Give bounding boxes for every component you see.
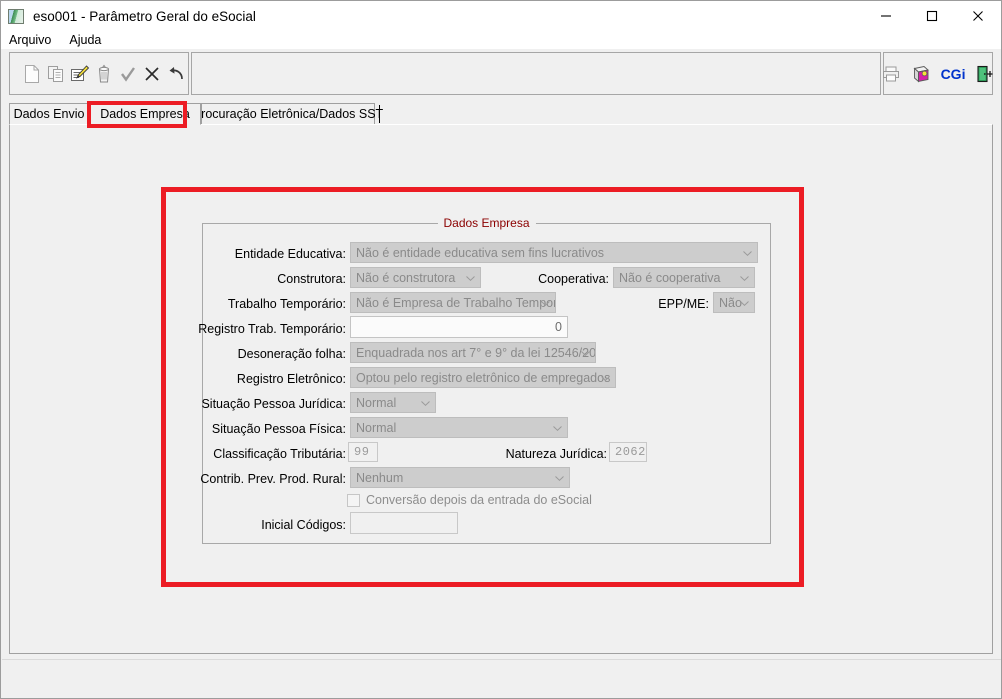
inicial-codigos-input[interactable]: [350, 512, 458, 534]
menu-item-arquivo[interactable]: Arquivo: [9, 33, 51, 47]
toolbar: CGi: [1, 49, 1001, 99]
app-image-icon: [8, 8, 24, 24]
cgi-button[interactable]: CGi: [941, 61, 966, 86]
check-icon: [120, 66, 135, 82]
contrib-prev-prod-rural-combo[interactable]: Nenhum: [350, 467, 570, 488]
copy-icon: [47, 65, 63, 82]
undo-button[interactable]: [164, 61, 187, 86]
help-book-icon: [913, 65, 929, 82]
label-trabalho-temporario: Trabalho Temporário:: [227, 297, 346, 311]
label-registro-eletronico: Registro Eletrônico:: [236, 372, 346, 386]
pencil-edit-icon: [70, 64, 89, 81]
registro-trab-temporario-input[interactable]: 0: [350, 316, 568, 338]
epp-me-combo[interactable]: Não: [713, 292, 755, 313]
situacao-pessoa-juridica-combo[interactable]: Normal: [350, 392, 436, 413]
maximize-button[interactable]: [909, 1, 955, 31]
chevron-down-icon: [421, 400, 430, 406]
chevron-down-icon: [743, 250, 752, 256]
application-window: eso001 - Parâmetro Geral do eSocial Arqu…: [0, 0, 1002, 699]
cooperativa-value: Não é cooperativa: [619, 270, 721, 285]
chevron-down-icon: [740, 300, 749, 306]
label-situacao-pessoa-fisica: Situação Pessoa Física:: [211, 422, 346, 436]
label-desoneracao-folha: Desoneração folha:: [237, 347, 346, 361]
registro-trab-temporario-value: 0: [555, 320, 562, 334]
label-inicial-codigos: Inicial Códigos:: [261, 518, 346, 532]
x-cancel-icon: [144, 66, 159, 81]
help-button[interactable]: [911, 61, 931, 86]
trash-icon: [98, 64, 109, 82]
construtora-value: Não é construtora: [356, 270, 456, 285]
confirm-button[interactable]: [116, 61, 139, 86]
conversao-depois-entrada-esocial-label: Conversão depois da entrada do eSocial: [366, 493, 592, 507]
undo-arrow-icon: [169, 66, 183, 79]
chevron-down-icon: [581, 350, 590, 356]
delete-button[interactable]: [92, 61, 115, 86]
menu-item-ajuda[interactable]: Ajuda: [69, 33, 101, 47]
trabalho-temporario-value: Não é Empresa de Trabalho Temporári: [356, 295, 556, 310]
menu-bar: Arquivo Ajuda: [1, 31, 1001, 49]
close-button[interactable]: [955, 1, 1001, 31]
conversao-depois-entrada-esocial-checkbox[interactable]: [347, 493, 360, 507]
tab-label: Dados Empresa: [100, 107, 190, 121]
situacao-pessoa-fisica-combo[interactable]: Normal: [350, 417, 568, 438]
classificacao-tributaria-input[interactable]: 99: [348, 442, 378, 462]
trabalho-temporario-combo[interactable]: Não é Empresa de Trabalho Temporári: [350, 292, 556, 313]
entidade-educativa-value: Não é entidade educativa sem fins lucrat…: [356, 245, 605, 260]
edit-button[interactable]: [68, 61, 91, 86]
tab-dados-envio[interactable]: Dados Envio: [9, 103, 89, 125]
tab-dados-empresa[interactable]: Dados Empresa: [89, 103, 201, 125]
tab-strip: Dados Envio Dados Empresa Procuração Ele…: [9, 103, 993, 125]
label-cooperativa: Cooperativa:: [538, 272, 609, 286]
tab-procuracao-eletronica-dados-sst[interactable]: Procuração Eletrônica/Dados SST: [193, 103, 383, 125]
groupbox-title: Dados Empresa: [437, 216, 536, 230]
cooperativa-combo[interactable]: Não é cooperativa: [613, 267, 755, 288]
toolbar-middle-panel: [191, 52, 881, 95]
label-situacao-pessoa-juridica: Situação Pessoa Jurídica:: [201, 397, 346, 411]
printer-icon: [882, 66, 899, 81]
label-classificacao-tributaria: Classificação Tributária:: [213, 447, 346, 461]
new-document-icon: [24, 64, 39, 83]
chevron-down-icon: [553, 425, 562, 431]
entidade-educativa-combo[interactable]: Não é entidade educativa sem fins lucrat…: [350, 242, 758, 263]
chevron-down-icon: [541, 300, 550, 306]
window-controls: [863, 1, 1001, 31]
toolbar-right-panel: CGi: [881, 52, 995, 95]
label-registro-trab-temporario: Registro Trab. Temporário:: [198, 322, 346, 336]
epp-me-value: Não: [719, 295, 742, 310]
registro-eletronico-value: Optou pelo registro eletrônico de empreg…: [356, 370, 611, 385]
cgi-text-icon: CGi: [940, 65, 966, 82]
natureza-juridica-value: 2062: [615, 445, 646, 459]
situacao-pessoa-fisica-value: Normal: [356, 420, 397, 435]
label-entidade-educativa: Entidade Educativa:: [234, 247, 346, 261]
copy-button[interactable]: [44, 61, 67, 86]
title-bar: eso001 - Parâmetro Geral do eSocial: [1, 1, 1001, 31]
exit-door-icon: [977, 65, 993, 82]
print-button[interactable]: [881, 61, 901, 86]
situacao-pessoa-juridica-value: Normal: [356, 395, 397, 410]
chevron-down-icon: [555, 475, 564, 481]
cancel-button[interactable]: [140, 61, 163, 86]
label-epp-me: EPP/ME:: [658, 297, 709, 311]
minimize-button[interactable]: [863, 1, 909, 31]
tab-label: Procuração Eletrônica/Dados SST: [192, 107, 384, 121]
desoneracao-folha-value: Enquadrada nos art 7° e 9° da lei 12546/…: [356, 345, 596, 360]
classificacao-tributaria-value: 99: [354, 445, 370, 459]
label-construtora: Construtora:: [277, 272, 346, 286]
status-bar: [2, 659, 1001, 698]
natureza-juridica-input[interactable]: 2062: [609, 442, 647, 462]
new-button[interactable]: [20, 61, 43, 86]
tab-label: Dados Envio: [13, 107, 85, 121]
conversao-depois-entrada-esocial-checkbox-row[interactable]: Conversão depois da entrada do eSocial: [347, 493, 592, 507]
toolbar-left-panel: [9, 52, 189, 95]
desoneracao-folha-combo[interactable]: Enquadrada nos art 7° e 9° da lei 12546/…: [350, 342, 596, 363]
chevron-down-icon: [740, 275, 749, 281]
label-contrib-prev-prod-rural: Contrib. Prev. Prod. Rural:: [200, 472, 346, 486]
label-natureza-juridica: Natureza Jurídica:: [505, 447, 607, 461]
registro-eletronico-combo[interactable]: Optou pelo registro eletrônico de empreg…: [350, 367, 616, 388]
window-title: eso001 - Parâmetro Geral do eSocial: [33, 8, 256, 24]
exit-button[interactable]: [975, 61, 995, 86]
tab-strip-caret: [379, 105, 380, 123]
chevron-down-icon: [601, 375, 610, 381]
contrib-prev-prod-rural-value: Nenhum: [356, 470, 404, 485]
